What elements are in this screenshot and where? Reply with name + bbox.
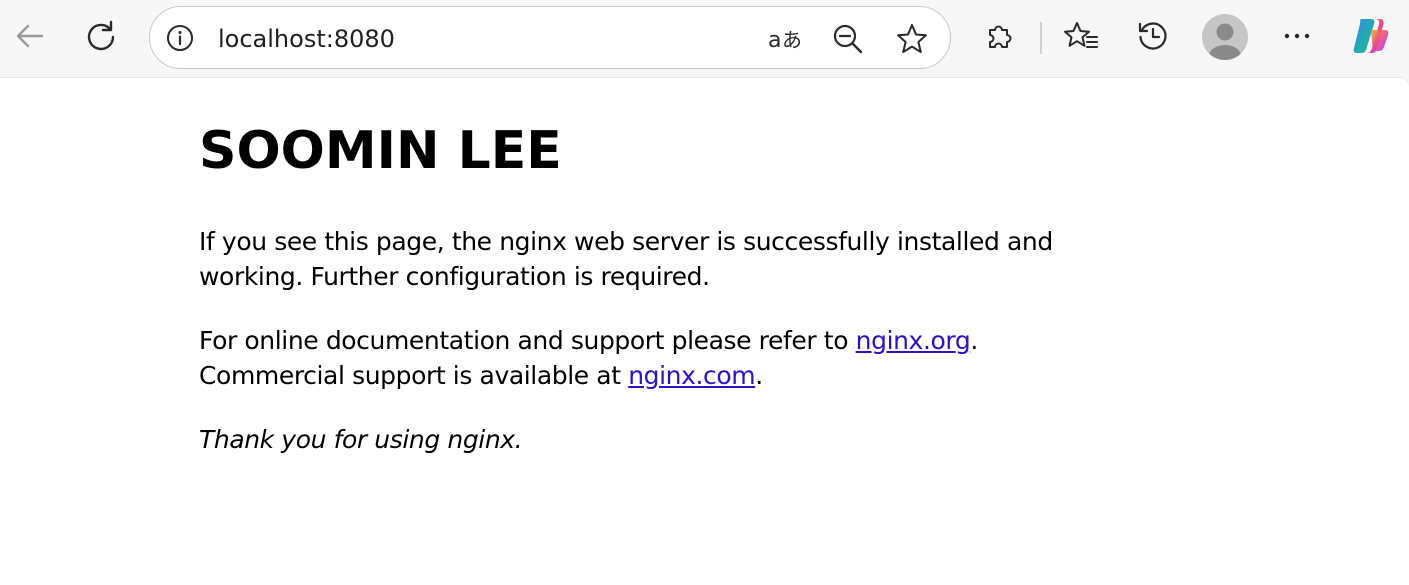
- page-title: SOOMIN LEE: [199, 121, 562, 181]
- history-icon: [1138, 22, 1167, 50]
- commercial-text: Commercial support is available at: [199, 361, 629, 390]
- profile-avatar-icon: [1209, 23, 1241, 60]
- toolbar-divider: [1040, 22, 1042, 54]
- zoom-out-icon: [833, 24, 863, 54]
- thanks-paragraph: Thank you for using nginx.: [199, 422, 1119, 457]
- docs-text: For online documentation and support ple…: [199, 326, 856, 355]
- refresh-icon: [87, 20, 115, 51]
- thanks-text: Thank you for using nginx.: [199, 425, 523, 454]
- refresh-button[interactable]: [79, 14, 123, 58]
- read-aloud-button[interactable]: a あ: [765, 19, 805, 59]
- zoom-button[interactable]: [828, 19, 868, 59]
- back-arrow-icon: [16, 24, 44, 48]
- favorite-star-icon: [897, 24, 927, 53]
- profile-button[interactable]: [1202, 14, 1248, 60]
- url-text[interactable]: localhost:8080: [218, 25, 395, 53]
- browser-toolbar: localhost:8080 a あ: [0, 0, 1409, 76]
- nginx-org-link[interactable]: nginx.org: [856, 326, 971, 355]
- history-button[interactable]: [1131, 14, 1175, 58]
- more-button[interactable]: [1275, 14, 1319, 58]
- address-bar[interactable]: localhost:8080 a あ: [149, 6, 951, 69]
- page-viewport: SOOMIN LEE If you see this page, the ngi…: [0, 77, 1409, 585]
- copilot-icon: [1353, 19, 1389, 53]
- commercial-period: .: [755, 361, 763, 390]
- svg-text:あ: あ: [782, 28, 802, 52]
- favorites-button[interactable]: [1059, 14, 1103, 58]
- svg-text:a: a: [768, 28, 781, 53]
- favorites-icon: [1064, 22, 1098, 48]
- page-content: SOOMIN LEE If you see this page, the ngi…: [199, 118, 1119, 486]
- site-info-button[interactable]: [165, 23, 195, 53]
- read-aloud-translate-icon: a あ: [768, 28, 802, 53]
- docs-paragraph: For online documentation and support ple…: [199, 323, 1119, 393]
- more-icon: [1284, 33, 1310, 39]
- docs-period: .: [970, 326, 978, 355]
- info-icon: [167, 25, 193, 51]
- extensions-button[interactable]: [977, 14, 1021, 58]
- nginx-com-link[interactable]: nginx.com: [628, 361, 755, 390]
- extensions-icon: [989, 25, 1012, 48]
- favorite-button[interactable]: [892, 19, 932, 59]
- back-button[interactable]: [8, 14, 52, 58]
- intro-paragraph: If you see this page, the nginx web serv…: [199, 227, 1053, 291]
- copilot-button[interactable]: [1349, 14, 1393, 58]
